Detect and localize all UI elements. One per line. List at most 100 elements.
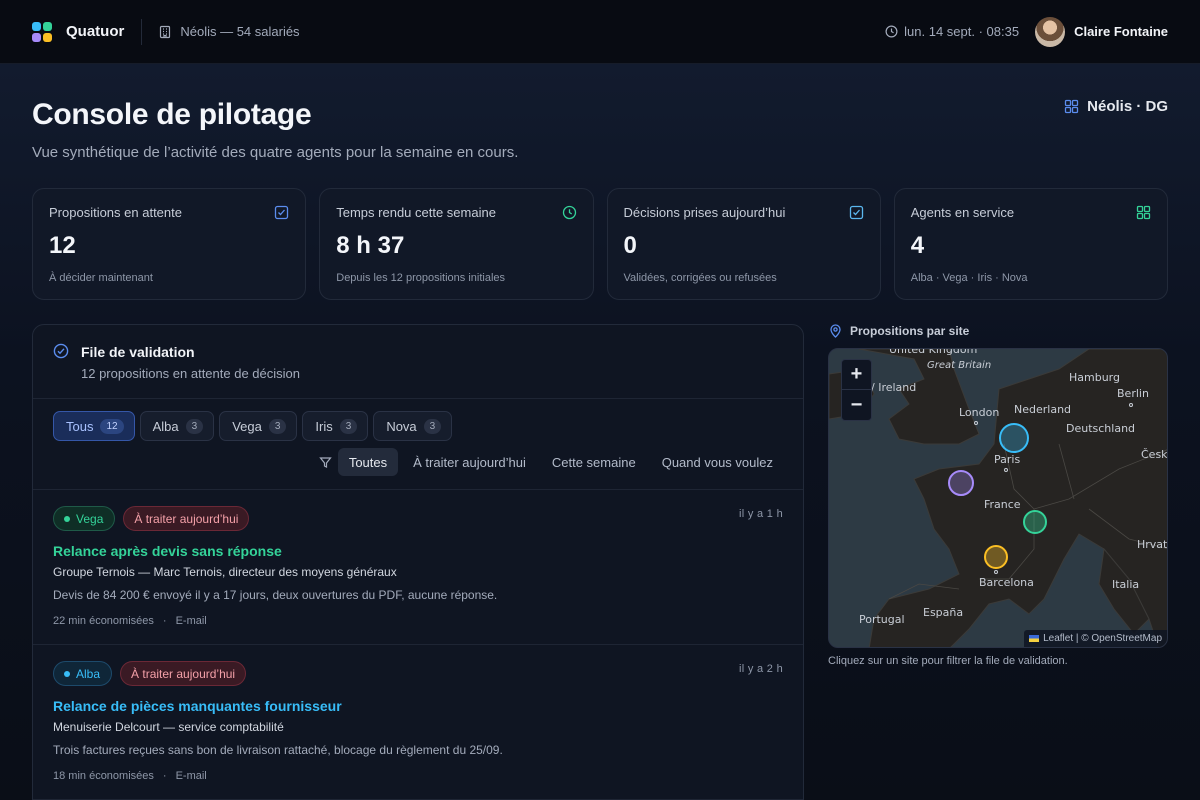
role-badge: Néolis · DG [1064,98,1168,115]
filter-chip-nova[interactable]: Nova 3 [373,411,453,441]
stat-label: Décisions prises aujourd’hui [623,205,786,220]
stat-value: 4 [910,232,925,259]
clock-icon [885,25,898,38]
urgency-badge: À traiter aujourd’hui [120,661,247,686]
attribution-text[interactable]: Leaflet | © OpenStreetMap [1043,633,1162,644]
item-client: Menuiserie Delcourt — service comptabili… [53,720,284,734]
stat-note: Depuis les 12 propositions initiales [336,272,506,284]
place-hamburg: Hamburg [1069,371,1120,384]
chip-label: Alba [152,418,179,434]
item-description: Trois factures reçues sans bon de livrai… [53,743,503,757]
stats-row: Propositions en attente 12 À décider mai… [32,188,1168,300]
agent-dot [64,670,70,677]
item-meta: 18 min économisées · E-mail [53,770,207,782]
stat-label: Agents en service [910,205,1015,220]
place-ireland: / Ireland [871,381,917,394]
chip-count: 3 [423,418,442,434]
time-filter-tabs: Toutes À traiter aujourd’hui Cette semai… [319,448,784,476]
time-filter-whenever[interactable]: Quand vous voulez [651,448,784,476]
filter-chip-iris[interactable]: Iris 3 [302,411,369,441]
chip-count: 3 [339,418,358,434]
datetime-text: lun. 14 sept. · 08:35 [904,24,1020,39]
agent-dot [64,515,70,522]
agent-name: Vega [76,511,104,526]
agent-name: Alba [76,666,101,681]
map-help-text: Cliquez sur un site pour filtrer la file… [828,655,1068,667]
organization-selector[interactable]: Néolis — 54 salariés [158,24,300,39]
item-meta: 22 min économisées · E-mail [53,615,207,627]
stat-value: 12 [49,232,76,259]
check-circle-icon [53,343,69,359]
city-dot [1004,468,1008,472]
agent-badge-vega: Vega [53,506,116,531]
item-title[interactable]: Relance de pièces manquantes fournisseur [53,698,342,714]
stat-agents-active: Agents en service 4 Alba · Vega · Iris ·… [893,188,1168,300]
building-icon [160,25,171,38]
chip-label: Tous [66,418,94,434]
queue-subtitle: 12 propositions en attente de décision [81,366,300,381]
item-tags: Alba À traiter aujourd’hui [53,661,247,686]
filter-icon [319,456,332,469]
clock-icon [562,205,576,220]
stat-value: 8 h 37 [336,232,405,259]
city-dot [994,570,998,574]
urgency-badge: À traiter aujourd’hui [123,506,250,531]
city-dot [974,421,978,425]
role-label: Néolis · DG [1087,98,1168,115]
main-content: Console de pilotage Vue synthétique de l… [0,64,1200,800]
chip-count: 3 [268,418,287,434]
item-title[interactable]: Relance après devis sans réponse [53,543,282,559]
channel: E-mail [175,615,207,627]
place-paris: Paris [994,453,1021,466]
map-attribution: Leaflet | © OpenStreetMap [1024,630,1167,647]
queue-item[interactable]: Alba À traiter aujourd’hui il y a 2 h Re… [33,645,803,800]
stat-value: 0 [623,232,637,259]
item-age: il y a 2 h [739,663,783,675]
filter-chip-alba[interactable]: Alba 3 [139,411,215,441]
place-nederland: Nederland [1014,403,1072,416]
app-brand[interactable]: Quatuor [66,23,124,40]
map-heading: Propositions par site [829,324,969,338]
place-france: France [984,498,1021,511]
stat-pending-proposals: Propositions en attente 12 À décider mai… [32,188,307,300]
current-datetime: lun. 14 sept. · 08:35 [885,24,1019,39]
user-avatar[interactable] [1035,16,1066,47]
place-berlin: Berlin [1117,387,1149,400]
stat-time-saved: Temps rendu cette semaine 8 h 37 Depuis … [319,188,594,300]
chip-label: Iris [315,418,333,434]
channel: E-mail [175,770,207,782]
site-marker-paris[interactable] [999,423,1029,453]
time-filter-week[interactable]: Cette semaine [541,448,647,476]
stat-decisions-today: Décisions prises aujourd’hui 0 Validées,… [606,188,881,300]
zoom-in-button[interactable]: + [842,360,871,390]
stat-note: Alba · Vega · Iris · Nova [910,272,1028,284]
site-marker-nantes[interactable] [948,470,974,496]
place-united-kingdom: United Kingdom [889,348,978,356]
place-cesk: Česk [1141,448,1168,461]
place-hrvatsk: Hrvatsk [1137,538,1168,551]
chip-label: Vega [232,418,262,434]
place-barcelona: Barcelona [979,576,1034,589]
filter-chip-tous[interactable]: Tous 12 [53,411,135,441]
stat-note: Validées, corrigées ou refusées [623,272,777,284]
site-marker-toulouse[interactable] [984,545,1008,569]
site-marker-lyon[interactable] [1023,510,1047,534]
queue-filters: Tous 12 Alba 3 Vega 3 Iris 3 Nova 3 Toutes À … [33,399,803,490]
city-dot [1129,403,1133,407]
map-zoom-control: + − [841,359,872,421]
user-name[interactable]: Claire Fontaine [1074,24,1168,39]
grid-icon [1136,205,1151,220]
grid-icon [1064,99,1079,114]
filter-chip-vega[interactable]: Vega 3 [219,411,298,441]
top-bar: Quatuor Néolis — 54 salariés lun. 14 sep… [0,0,1200,64]
time-filter-toutes[interactable]: Toutes [337,448,399,476]
app-logo-icon[interactable] [32,21,52,42]
zoom-out-button[interactable]: − [842,390,871,420]
chip-label: Nova [386,418,417,434]
sites-map[interactable]: United Kingdom Great Britain / Ireland L… [828,348,1168,648]
stat-label: Temps rendu cette semaine [336,205,496,220]
time-filter-today[interactable]: À traiter aujourd’hui [402,448,537,476]
queue-item[interactable]: Vega À traiter aujourd’hui il y a 1 h Re… [33,490,803,645]
place-espana: España [923,606,964,619]
time-saved: 18 min économisées [53,770,154,782]
